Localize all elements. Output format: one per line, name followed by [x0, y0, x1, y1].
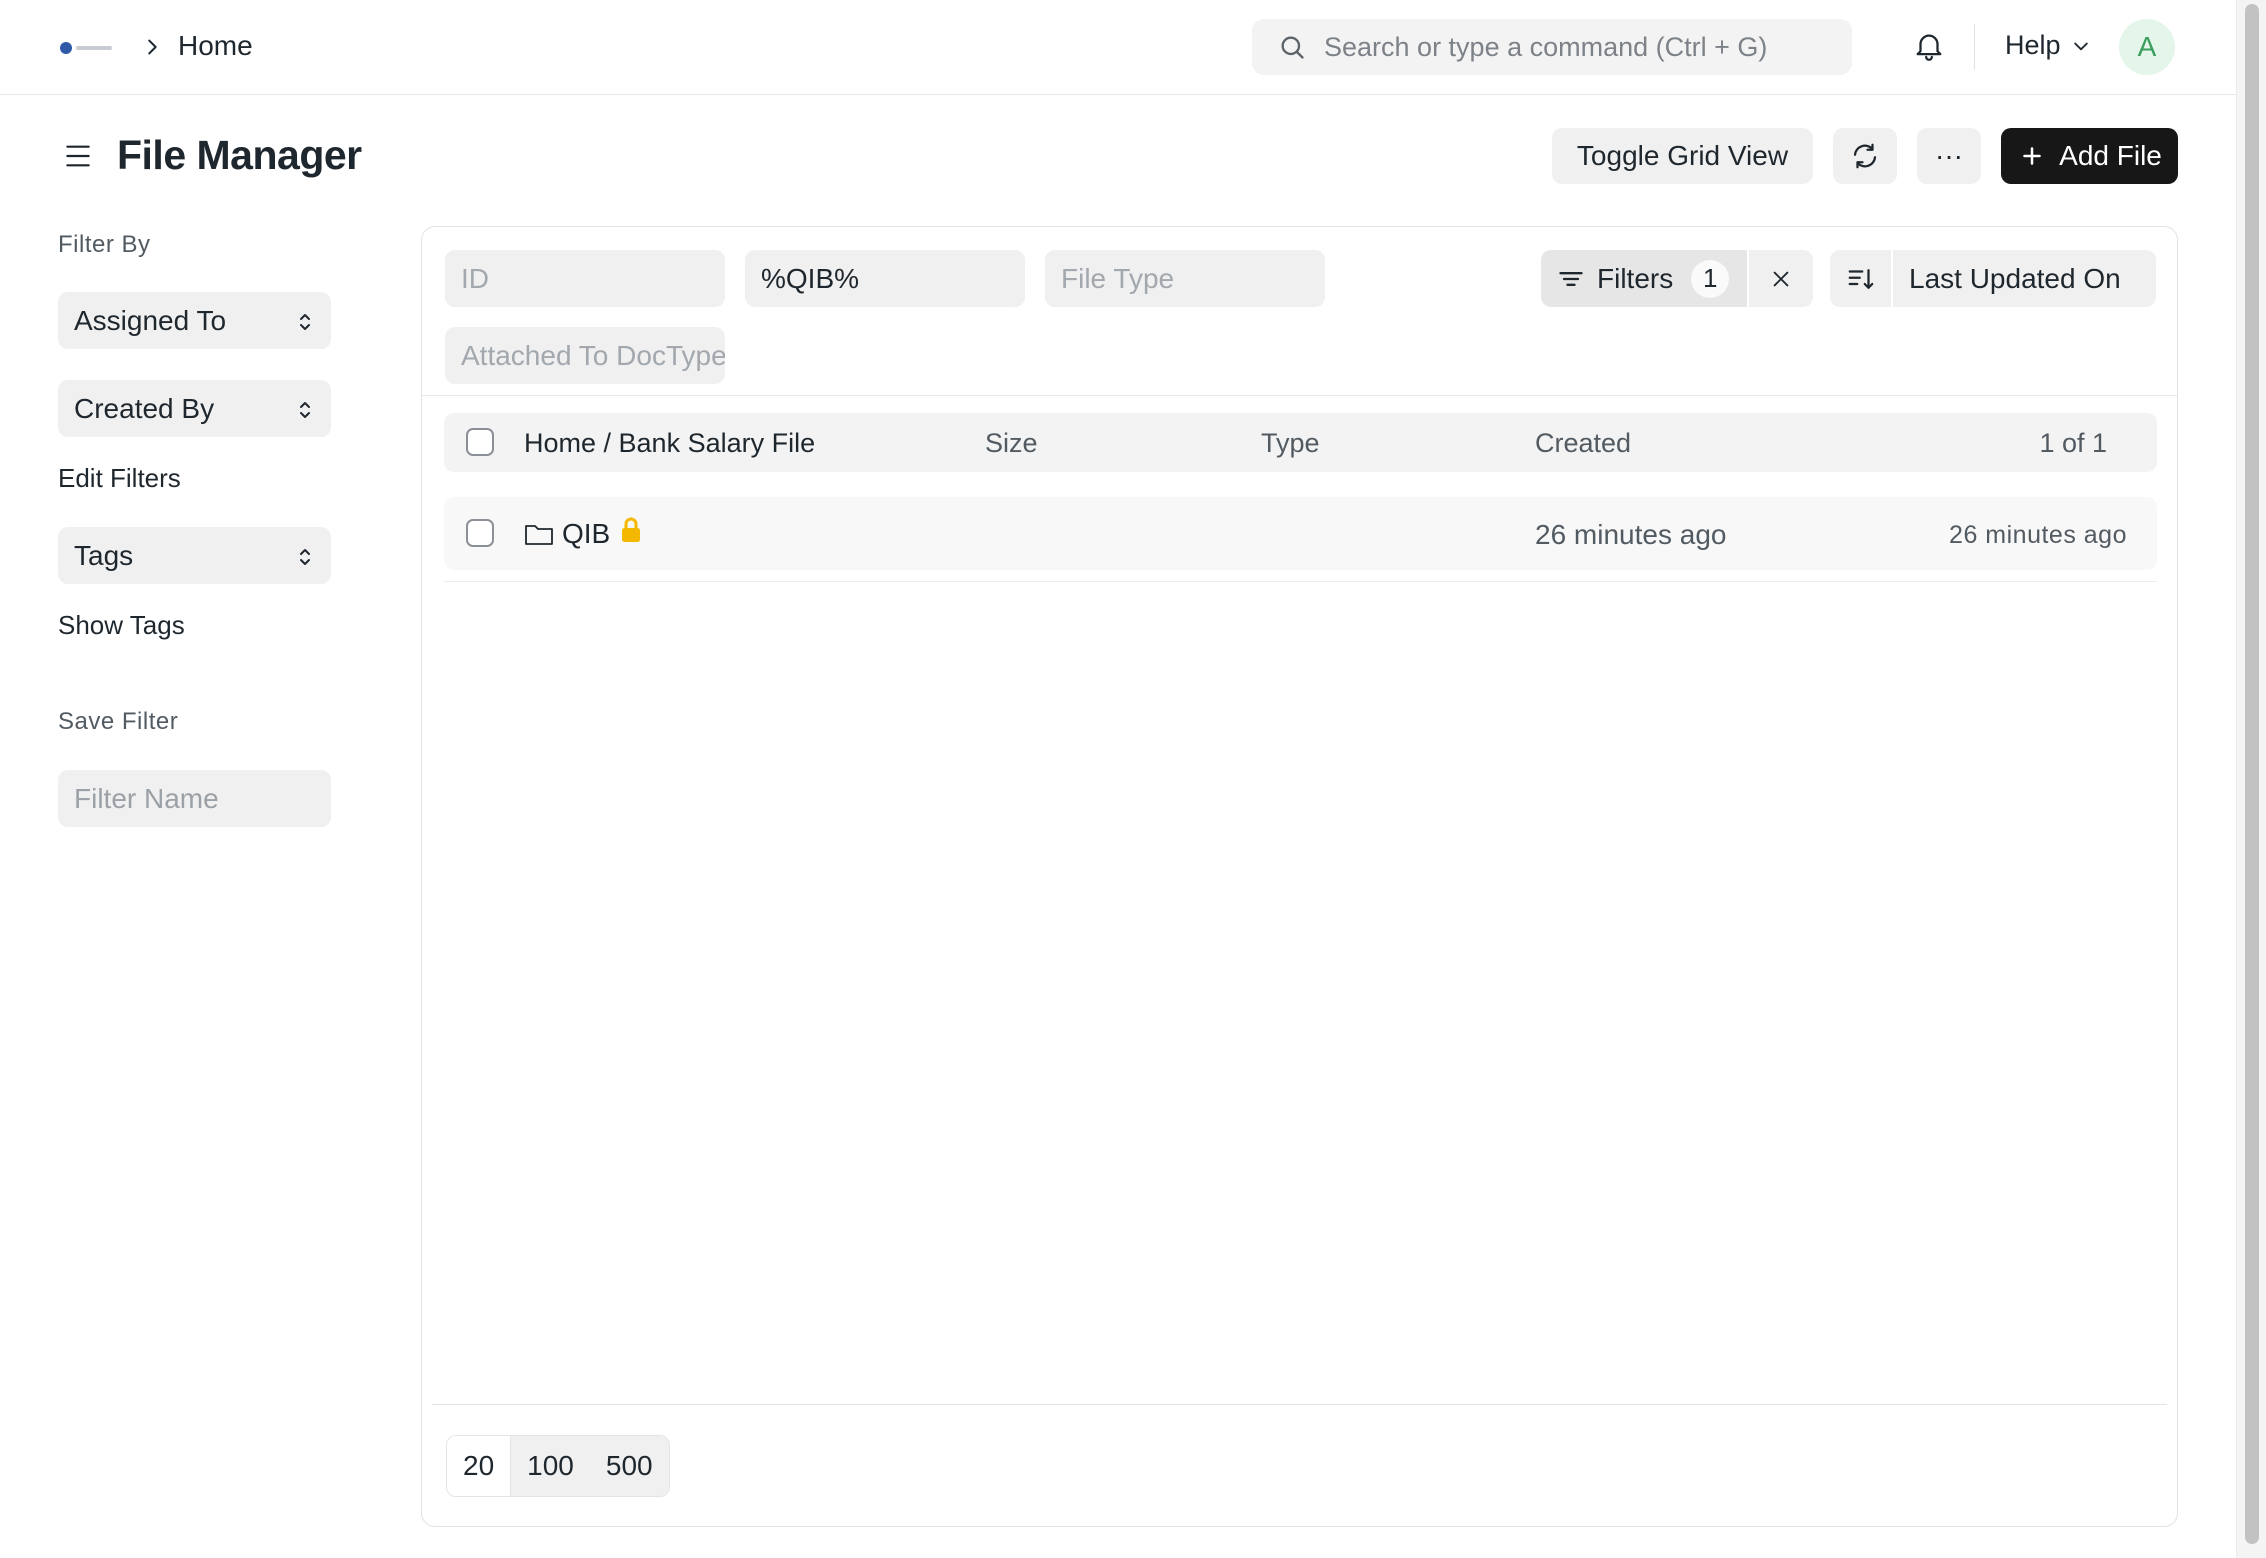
sort-direction-button[interactable] — [1830, 250, 1891, 307]
folder-breadcrumb-header[interactable]: Home / Bank Salary File — [524, 428, 815, 459]
attached-to-doctype-filter-input[interactable] — [445, 327, 725, 384]
logo-wordmark — [76, 46, 112, 50]
logo-mark — [60, 42, 72, 54]
show-tags-link[interactable]: Show Tags — [58, 610, 185, 641]
id-filter-input[interactable] — [445, 250, 725, 307]
page-length-20[interactable]: 20 — [447, 1436, 512, 1496]
sort-descending-icon — [1848, 268, 1873, 289]
filters-button[interactable]: Filters 1 — [1541, 250, 1747, 307]
assigned-to-select[interactable]: Assigned To — [58, 292, 331, 349]
file-list-panel: Filters 1 Last Updated On Home / Bank Sa… — [421, 226, 2178, 1527]
scrollbar-thumb[interactable] — [2245, 4, 2259, 1544]
row-checkbox[interactable] — [466, 519, 494, 547]
filters-label: Filters — [1597, 262, 1674, 294]
created-column-header: Created — [1535, 428, 1632, 458]
add-file-label: Add File — [2059, 140, 2162, 171]
page-length-100[interactable]: 100 — [511, 1436, 590, 1496]
navbar: Home Help A — [0, 0, 2236, 95]
filters-control: Filters 1 — [1541, 250, 1813, 307]
search-input[interactable] — [1324, 31, 1844, 63]
sort-control: Last Updated On — [1830, 250, 2156, 307]
clear-filters-button[interactable] — [1749, 250, 1813, 307]
type-column-header: Type — [1261, 428, 1320, 458]
page-title: File Manager — [117, 132, 362, 178]
filter-area-divider — [422, 395, 2177, 396]
add-file-button[interactable]: Add File — [2001, 128, 2178, 184]
search-bar[interactable] — [1252, 19, 1852, 75]
close-icon — [1773, 271, 1789, 286]
toggle-grid-view-button[interactable]: Toggle Grid View — [1552, 128, 1813, 184]
chevron-down-icon — [2073, 42, 2088, 50]
created-by-select[interactable]: Created By — [58, 380, 331, 437]
size-column-header: Size — [985, 428, 1038, 458]
table-header: Home / Bank Salary File Size Type Create… — [444, 413, 2157, 472]
table-row[interactable]: QIB 26 minutes ago 26 minutes ago — [444, 497, 2157, 570]
lock-icon — [622, 517, 640, 542]
refresh-button[interactable] — [1833, 128, 1897, 184]
row-file-name[interactable]: QIB — [562, 518, 610, 550]
more-actions-button[interactable]: ··· — [1917, 128, 1981, 184]
select-caret-icon — [300, 402, 310, 418]
filter-icon — [1559, 271, 1583, 286]
folder-icon — [525, 525, 553, 545]
select-caret-icon — [300, 314, 310, 330]
assigned-to-label: Assigned To — [74, 304, 227, 336]
tags-label: Tags — [74, 539, 134, 571]
save-filter-heading: Save Filter — [58, 708, 179, 735]
page-length-selector: 20 100 500 — [446, 1435, 670, 1497]
app-logo[interactable] — [60, 40, 116, 56]
created-by-label: Created By — [74, 392, 215, 424]
refresh-icon — [1853, 143, 1877, 169]
help-label: Help — [2005, 30, 2061, 60]
filter-name-input[interactable] — [58, 770, 331, 827]
file-type-filter-input[interactable] — [1045, 250, 1325, 307]
edit-filters-link[interactable]: Edit Filters — [58, 463, 181, 494]
name-filter-input[interactable] — [745, 250, 1025, 307]
footer-divider — [432, 1404, 2167, 1405]
tags-select[interactable]: Tags — [58, 527, 331, 584]
plus-icon — [2023, 147, 2041, 165]
select-all-checkbox[interactable] — [466, 428, 494, 456]
select-caret-icon — [300, 549, 310, 565]
sidebar-toggle-icon[interactable] — [62, 140, 94, 172]
help-dropdown[interactable]: Help — [2005, 30, 2091, 61]
breadcrumb-home-link[interactable]: Home — [178, 30, 253, 62]
notification-bell-icon[interactable] — [1912, 30, 1946, 64]
user-avatar[interactable]: A — [2119, 19, 2175, 75]
sort-field-button[interactable]: Last Updated On — [1893, 250, 2156, 307]
row-divider — [444, 581, 2157, 582]
navbar-divider — [1974, 24, 1975, 70]
page-scrollbar[interactable] — [2236, 0, 2266, 1558]
breadcrumb-chevron-icon — [148, 39, 157, 55]
row-created: 26 minutes ago — [1535, 519, 1727, 550]
filter-by-heading: Filter By — [58, 231, 151, 258]
row-modified: 26 minutes ago — [1949, 521, 2127, 549]
search-icon — [1281, 36, 1304, 59]
record-count: 1 of 1 — [2039, 428, 2107, 458]
page-length-500[interactable]: 500 — [589, 1436, 669, 1496]
filters-count-badge: 1 — [1691, 259, 1730, 298]
